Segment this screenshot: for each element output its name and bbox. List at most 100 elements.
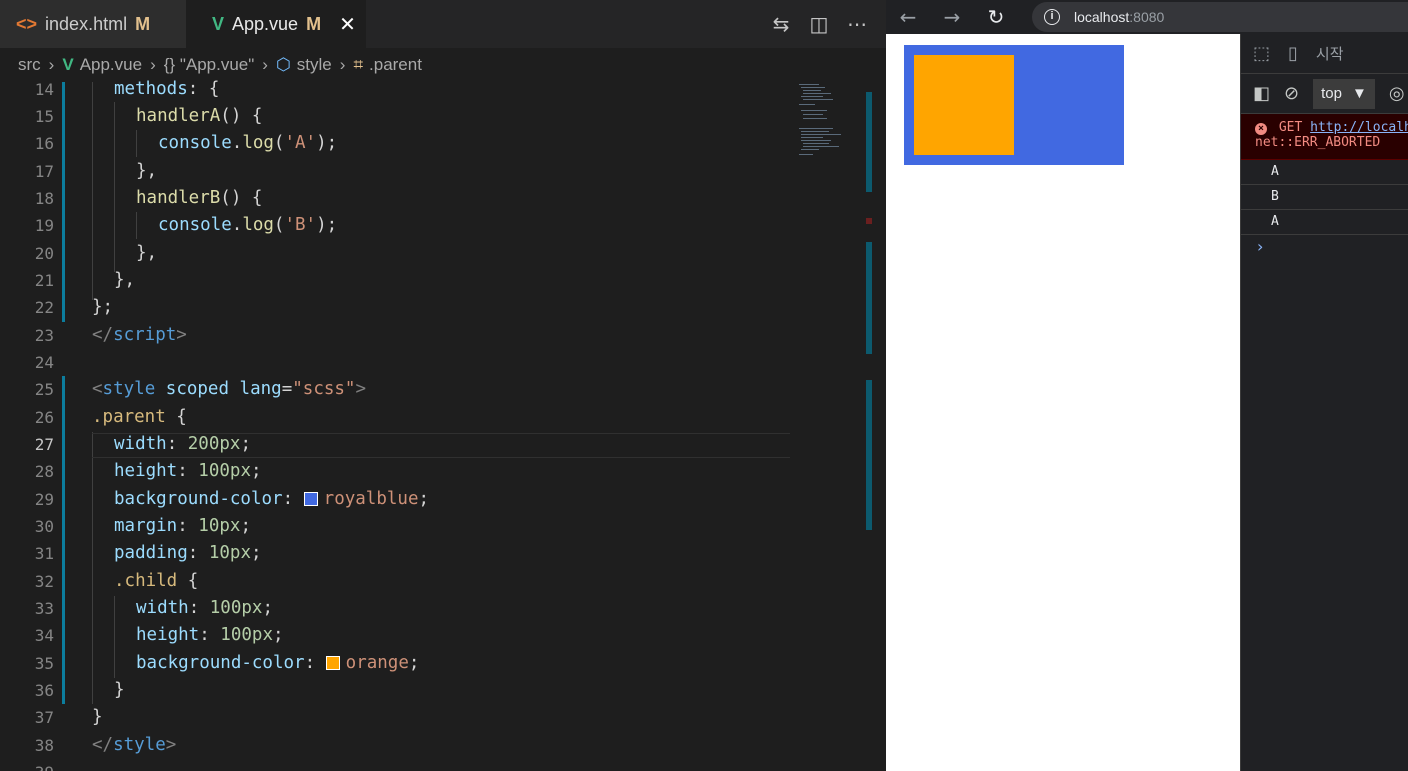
selector-icon: ⌗ bbox=[353, 55, 364, 74]
code-line: console.log('A'); bbox=[158, 133, 338, 153]
code-token: "scss" bbox=[292, 379, 356, 399]
error-icon: × bbox=[1255, 123, 1267, 135]
forward-arrow-icon[interactable]: → bbox=[930, 5, 974, 29]
code-line: </style> bbox=[92, 735, 177, 755]
code-line: } bbox=[114, 680, 125, 700]
git-change-bar bbox=[62, 82, 65, 322]
tab-index-html[interactable]: <> index.html M bbox=[0, 0, 186, 48]
line-number: 37 bbox=[34, 708, 54, 727]
code-token: width bbox=[114, 434, 167, 454]
color-swatch-orange[interactable] bbox=[325, 656, 340, 670]
change-marker bbox=[866, 242, 872, 354]
code-token: height bbox=[136, 625, 200, 645]
minimap[interactable] bbox=[795, 82, 865, 771]
breadcrumb-selector[interactable]: .parent bbox=[369, 55, 422, 75]
tab-app-vue[interactable]: V App.vue M ✕ bbox=[186, 0, 366, 48]
live-expression-icon[interactable]: ◎ bbox=[1389, 83, 1405, 104]
code-token: .child bbox=[114, 571, 178, 591]
browser-toolbar: ← → ↻ i localhost:8080 bbox=[886, 0, 1408, 34]
code-token: height bbox=[114, 461, 178, 481]
line-number: 29 bbox=[34, 490, 54, 509]
code-token: 100px bbox=[198, 461, 251, 481]
modified-badge: M bbox=[135, 13, 151, 34]
code-token: 'A' bbox=[284, 133, 317, 153]
code-line: <style scoped lang="scss"> bbox=[92, 379, 367, 399]
back-arrow-icon[interactable]: ← bbox=[886, 5, 930, 29]
tab-welcome[interactable]: 시작 bbox=[1316, 43, 1344, 64]
code-line: }, bbox=[136, 243, 158, 263]
parent-box[interactable] bbox=[904, 45, 1124, 165]
code-line: height: 100px; bbox=[136, 625, 284, 645]
line-number: 33 bbox=[34, 599, 54, 618]
devtools-panel: ⬚ ▯ 시작 ◧ ⊘ top ▼ ◎ × GET http://localh n… bbox=[1240, 34, 1408, 771]
editor-actions: ⇆ ◫ ⋯ bbox=[770, 0, 868, 48]
console-error: × GET http://localh net::ERR_ABORTED bbox=[1241, 114, 1408, 160]
page-viewport bbox=[886, 34, 1240, 771]
device-toolbar-icon[interactable]: ▯ bbox=[1288, 43, 1298, 64]
line-number: 15 bbox=[34, 107, 54, 126]
breadcrumb-style[interactable]: style bbox=[297, 55, 332, 75]
chevron-right-icon: › bbox=[339, 55, 346, 74]
context-select[interactable]: top ▼ bbox=[1313, 78, 1375, 109]
overview-ruler[interactable] bbox=[866, 82, 874, 771]
info-icon[interactable]: i bbox=[1044, 9, 1060, 25]
code-token: margin bbox=[114, 516, 178, 536]
code-token: background-color bbox=[114, 489, 283, 509]
line-number: 38 bbox=[34, 736, 54, 755]
sidebar-toggle-icon[interactable]: ◧ bbox=[1253, 83, 1270, 104]
clear-console-icon[interactable]: ⊘ bbox=[1284, 83, 1299, 104]
error-url-link[interactable]: http://localh bbox=[1310, 120, 1408, 135]
cube-icon: ⬡ bbox=[275, 55, 291, 74]
url-host: localhost bbox=[1074, 9, 1130, 25]
line-number: 39 bbox=[4, 759, 54, 771]
tab-label: App.vue bbox=[232, 13, 299, 34]
line-number: 35 bbox=[34, 654, 54, 673]
code-line: padding: 10px; bbox=[114, 543, 262, 563]
code-token: script bbox=[113, 325, 177, 345]
line-number: 30 bbox=[34, 517, 54, 536]
code-line: .parent { bbox=[92, 407, 187, 427]
line-number: 32 bbox=[34, 572, 54, 591]
code-line: width: 100px; bbox=[136, 598, 273, 618]
breadcrumb-file[interactable]: App.vue bbox=[80, 55, 142, 75]
reload-icon[interactable]: ↻ bbox=[974, 5, 1018, 29]
address-bar[interactable]: i localhost:8080 bbox=[1032, 2, 1408, 32]
line-number: 24 bbox=[34, 353, 54, 372]
code-token: width bbox=[136, 598, 189, 618]
line-number: 20 bbox=[34, 244, 54, 263]
code-token: lang bbox=[239, 379, 282, 399]
compare-changes-icon[interactable]: ⇆ bbox=[770, 12, 792, 36]
line-number: 34 bbox=[34, 626, 54, 645]
line-number: 23 bbox=[34, 326, 54, 345]
code-token: handlerA bbox=[136, 106, 221, 126]
code-token: style bbox=[102, 379, 156, 399]
breadcrumb-src[interactable]: src bbox=[18, 55, 41, 75]
editor-tab-bar: <> index.html M V App.vue M ✕ ⇆ ◫ ⋯ bbox=[0, 0, 886, 48]
inspect-element-icon[interactable]: ⬚ bbox=[1253, 43, 1270, 64]
color-swatch-royalblue[interactable] bbox=[303, 492, 318, 506]
line-number-active: 27 bbox=[34, 435, 54, 454]
code-line: .child { bbox=[114, 571, 199, 591]
console-log: B bbox=[1241, 185, 1408, 210]
change-marker bbox=[866, 380, 872, 530]
line-number: 28 bbox=[34, 462, 54, 481]
breadcrumb-block[interactable]: {} "App.vue" bbox=[164, 55, 255, 75]
split-editor-icon[interactable]: ◫ bbox=[808, 12, 830, 36]
vue-file-icon: V bbox=[62, 55, 74, 74]
console-prompt-icon[interactable]: › bbox=[1241, 235, 1408, 259]
code-token: methods bbox=[114, 79, 188, 99]
code-token: style bbox=[113, 735, 166, 755]
code-line: handlerB() { bbox=[136, 188, 263, 208]
line-number: 36 bbox=[34, 681, 54, 700]
code-line: </script> bbox=[92, 325, 187, 345]
line-number: 17 bbox=[34, 162, 54, 181]
child-box[interactable] bbox=[914, 55, 1014, 155]
close-icon[interactable]: ✕ bbox=[339, 12, 356, 37]
code-token: 10px bbox=[198, 516, 241, 536]
line-number: 19 bbox=[34, 216, 54, 235]
git-change-bar bbox=[62, 376, 65, 704]
code-area[interactable]: methods: { handlerA() { console.log('A')… bbox=[70, 79, 790, 771]
caret-down-icon: ▼ bbox=[1351, 85, 1367, 102]
code-line: height: 100px; bbox=[114, 461, 262, 481]
more-actions-icon[interactable]: ⋯ bbox=[846, 12, 868, 36]
